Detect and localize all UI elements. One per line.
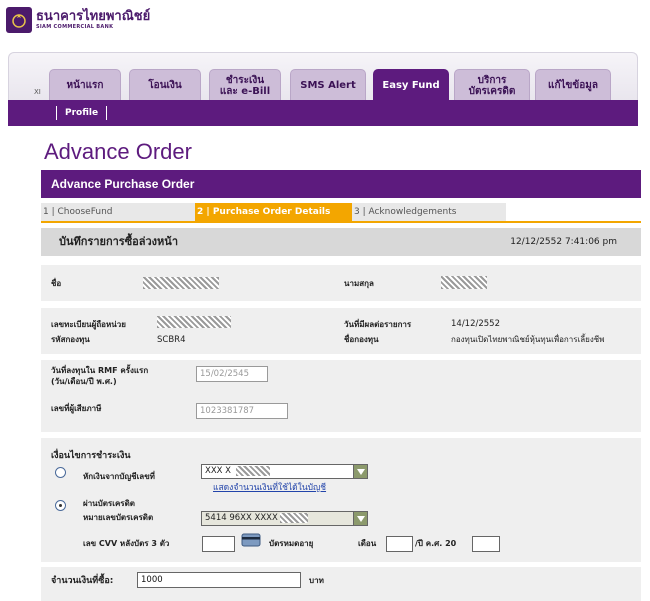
tab-payment-ebill[interactable]: ชำระเงิน และ e-Bill [209,69,281,101]
amount-field[interactable]: 1000 [137,572,301,588]
card-select-value: 5414 96XX XXXX [205,513,278,523]
tab-home[interactable]: หน้าแรก [49,69,121,101]
credit-card-label: ผ่านบัตรเครดิต [83,499,135,508]
show-balance-link[interactable]: แสดงจำนวนเงินที่ใช้ได้ในบัญชี [213,483,326,493]
tab-sms-label: SMS Alert [300,80,356,91]
tab-home-label: หน้าแรก [66,80,104,91]
expiry-month-label: เดือน [358,539,377,548]
tab-edit-profile-label: แก้ไขข้อมูล [548,80,598,91]
subnav-profile[interactable]: Profile [56,106,108,120]
card-number-label: หมายเลขบัตรเครดิต [83,513,154,522]
last-name-label: นามสกุล [344,279,374,288]
order-steps: 1 | ChooseFund 2 | Purchase Order Detail… [41,203,641,223]
tab-edit-profile[interactable]: แก้ไขข้อมูล [535,69,611,101]
account-masked [236,466,270,476]
rmf-panel: วันที่ลงทุนใน RMF ครั้งแรก (วัน/เดือน/ปี… [41,360,641,432]
fund-code-label: รหัสกองทุน [51,335,90,344]
effective-date-value: 14/12/2552 [451,319,500,329]
tab-transfer-label: โอนเงิน [148,80,182,91]
page-title: Advance Order [44,139,192,164]
tab-easy-fund-label: Easy Fund [382,80,440,91]
tab-credit-card-label: บริการ บัตรเครดิต [468,74,516,97]
scb-emblem-icon [6,7,32,33]
cvv-label: เลข CVV หลังบัตร 3 ตัว [83,539,170,548]
cvv-field[interactable] [202,536,235,552]
step-order-details: 2 | Purchase Order Details [195,203,352,221]
account-select[interactable]: XXX X [201,464,368,479]
unitholder-masked [157,316,231,328]
amount-label: จำนวนเงินที่ซื้อ: [51,576,114,586]
chevron-down-icon [353,465,367,478]
fund-code-value: SCBR4 [157,335,186,345]
step-choose-fund: 1 | ChooseFund [41,203,195,221]
effective-date-label: วันที่มีผลต่อรายการ [344,320,412,329]
radio-credit-card[interactable] [55,500,66,511]
record-title: บันทึกรายการซื้อล่วงหน้า [59,235,178,248]
unitholder-label: เลขทะเบียนผู้ถือหน่วย [51,320,126,329]
record-datetime: 12/12/2552 7:41:06 pm [510,237,617,247]
fund-name-label: ชื่อกองทุน [344,335,379,344]
payment-panel: เงื่อนไขการชำระเงิน หักเงินจากบัญชีเลขที… [41,438,641,562]
expiry-year-field[interactable] [472,536,500,552]
tax-id-field[interactable]: 1023381787 [196,403,288,419]
debit-account-label: หักเงินจากบัญชีเลขที่ [83,472,155,481]
bank-name-thai: ธนาคารไทยพาณิชย์ [36,8,151,24]
bank-name-english: SIAM COMMERCIAL BANK [36,23,114,30]
tab-marker: XI [34,88,41,96]
section-header: Advance Purchase Order [41,170,641,198]
step-acknowledgements: 3 | Acknowledgements [352,203,506,221]
tab-sms-alert[interactable]: SMS Alert [290,69,366,101]
first-name-label: ชื่อ [51,279,62,288]
amount-panel: จำนวนเงินที่ซื้อ: 1000 บาท [41,567,641,601]
card-masked [280,513,308,523]
bank-logo: ธนาคารไทยพาณิชย์ SIAM COMMERCIAL BANK [6,6,150,34]
customer-name-panel: ชื่อ นามสกุล [41,265,641,301]
tab-credit-card[interactable]: บริการ บัตรเครดิต [454,69,530,101]
sub-navigation: Profile [8,100,638,126]
fund-info-panel: เลขทะเบียนผู้ถือหน่วย รหัสกองทุน SCBR4 ว… [41,308,641,354]
tab-easy-fund[interactable]: Easy Fund [373,69,449,101]
expiry-year-label: /ปี ค.ศ. 20 [415,539,457,548]
radio-debit-account[interactable] [55,467,66,478]
rmf-date-format-label: (วัน/เดือน/ปี พ.ศ.) [51,377,117,386]
tax-id-label: เลขที่ผู้เสียภาษี [51,404,102,413]
last-name-masked [441,276,487,289]
payment-heading: เงื่อนไขการชำระเงิน [51,451,131,461]
card-select[interactable]: 5414 96XX XXXX [201,511,368,526]
first-name-masked [143,277,219,289]
credit-card-icon [241,533,261,547]
card-expiry-label: บัตรหมดอายุ [269,539,314,548]
expiry-month-field[interactable] [386,536,413,552]
fund-name-value: กองทุนเปิดไทยพาณิชย์หุ้นทุนเพื่อการเลี้ย… [451,335,605,344]
rmf-first-invest-label: วันที่ลงทุนใน RMF ครั้งแรก [51,366,149,375]
amount-unit: บาท [309,576,324,585]
account-select-value: XXX X [205,466,231,476]
main-tab-bar: XI หน้าแรก โอนเงิน ชำระเงิน และ e-Bill S… [8,52,638,101]
chevron-down-icon [353,512,367,525]
tab-payment-label: ชำระเงิน และ e-Bill [219,74,271,97]
record-bar: บันทึกรายการซื้อล่วงหน้า 12/12/2552 7:41… [41,228,641,256]
tab-transfer[interactable]: โอนเงิน [129,69,201,101]
rmf-first-invest-field[interactable]: 15/02/2545 [196,366,268,382]
